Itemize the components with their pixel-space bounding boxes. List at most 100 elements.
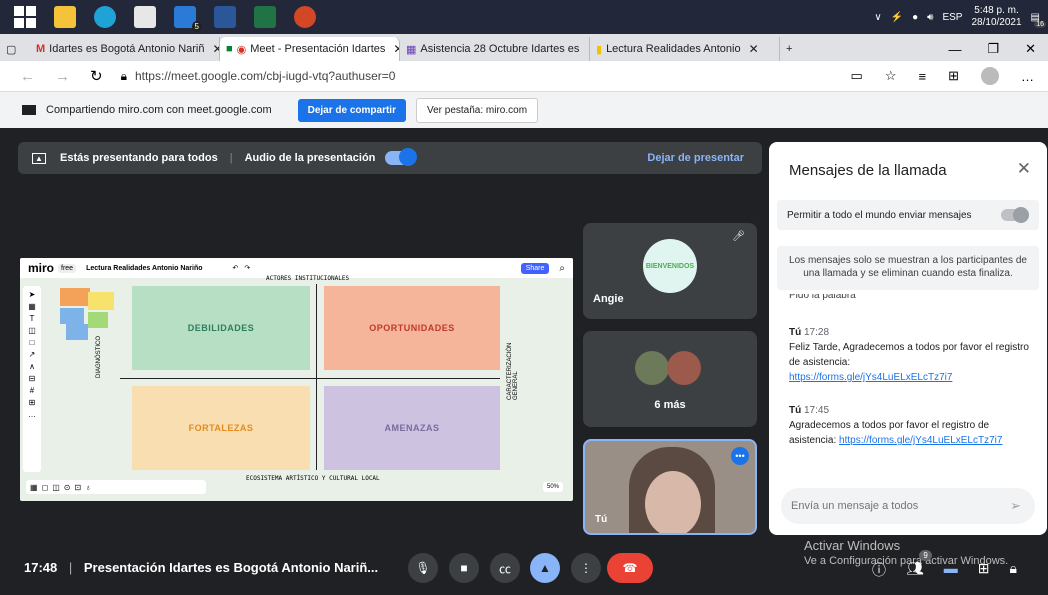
clock[interactable]: 5:48 p. m. 28/10/2021 — [971, 5, 1021, 29]
camera-button[interactable]: ■ — [449, 553, 479, 583]
miro-logo: miro — [28, 261, 55, 275]
notification-count: 16 — [1034, 20, 1046, 28]
mail-icon[interactable]: 5 — [174, 6, 202, 32]
tab-idartes[interactable]: MIdartes es Bogotá Antonio Nariñ ✕ — [30, 37, 220, 61]
chat-icon[interactable]: ◫ — [52, 483, 60, 492]
close-icon[interactable]: ✕ — [393, 42, 399, 56]
upload-tool-icon[interactable]: ⊞ — [29, 398, 36, 407]
participant-tile-angie[interactable]: 🎤︎ BIENVENIDOS Angie — [583, 223, 757, 319]
message-link[interactable]: https://forms.gle/jYs4LuELxELcTz7i7 — [839, 435, 1002, 446]
language-indicator[interactable]: ESP — [942, 12, 962, 23]
close-icon[interactable]: ✕ — [1017, 159, 1031, 179]
tab-meet[interactable]: ■◉Meet - Presentación Idartes ✕ — [220, 37, 400, 61]
mic-tray-icon[interactable]: ● — [912, 12, 918, 23]
more-options-button[interactable]: ⋮ — [571, 553, 601, 583]
shape-tool-icon[interactable]: □ — [30, 338, 35, 347]
screen-share-icon[interactable]: ▭ — [851, 68, 863, 84]
host-controls-icon[interactable]: 🔒︎ — [1010, 560, 1017, 580]
allow-messages-toggle[interactable] — [1001, 207, 1029, 223]
url-field[interactable]: https://meet.google.com/cbj-iugd-vtq?aut… — [135, 69, 395, 83]
participant-name: Angie — [593, 293, 624, 305]
powerpoint-icon[interactable] — [294, 6, 316, 28]
more-tools-icon[interactable]: … — [28, 410, 36, 419]
text-tool-icon[interactable]: T — [30, 314, 35, 323]
back-icon[interactable]: ← — [20, 68, 35, 85]
favorites-bar-icon[interactable]: ≡ — [919, 69, 927, 84]
people-icon[interactable]: 👥︎ 9 — [906, 550, 932, 580]
tab-actions-icon[interactable]: ▢ — [0, 37, 30, 61]
location-icon[interactable]: ♁ — [85, 483, 91, 492]
meeting-title[interactable]: Presentación Idartes es Bogotá Antonio N… — [84, 560, 378, 575]
view-tab-button[interactable]: Ver pestaña: miro.com — [415, 97, 539, 123]
captions-button[interactable]: ㏄ — [490, 553, 520, 583]
close-icon[interactable]: ✕ — [749, 42, 759, 56]
sticky-tool-icon[interactable]: ◫ — [28, 326, 36, 335]
tab-lectura[interactable]: ▮ Lectura Realidades Antonio ✕ — [590, 37, 780, 61]
present-button[interactable]: ▲ — [530, 553, 560, 583]
close-window-icon[interactable]: ✕ — [1025, 41, 1036, 57]
file-explorer-icon[interactable] — [54, 6, 76, 28]
select-tool-icon[interactable]: ➤ — [29, 290, 36, 299]
undo-icon[interactable]: ↶ — [233, 264, 239, 272]
address-bar: ← → ↻ 🔒︎ https://meet.google.com/cbj-iug… — [0, 61, 1048, 92]
share-button[interactable]: Share — [520, 262, 550, 274]
presentation-audio-toggle[interactable] — [385, 148, 418, 166]
muted-icon: 🎤︎ — [732, 231, 745, 242]
message-link[interactable]: https://forms.gle/jYs4LuELxELcTz7i7 — [789, 370, 1037, 385]
timer-icon[interactable]: ⊙ — [64, 483, 71, 492]
tab-asistencia[interactable]: ▦Asistencia 28 Octubre Idartes es✕ — [400, 37, 590, 61]
info-icon[interactable]: ⓘ — [872, 560, 886, 580]
line-tool-icon[interactable]: ↗ — [29, 350, 36, 359]
mic-button[interactable]: 🎙︎ — [408, 553, 438, 583]
favorite-icon[interactable]: ☆ — [885, 68, 897, 84]
forward-icon[interactable]: → — [55, 68, 70, 85]
new-tab-icon[interactable]: + — [780, 37, 810, 61]
quadrant-amenazas: AMENAZAS — [324, 386, 500, 470]
chevron-up-icon[interactable]: ∨ — [874, 12, 881, 23]
quadrant-label: OPORTUNIDADES — [369, 323, 455, 333]
meeting-details: 17:48 | Presentación Idartes es Bogotá A… — [24, 560, 379, 575]
reload-icon[interactable]: ↻ — [90, 67, 103, 85]
more-icon[interactable]: … — [1021, 69, 1034, 84]
chat-icon[interactable]: ▬ — [944, 560, 958, 580]
frame-tool-icon[interactable]: ▦ — [28, 302, 36, 311]
pen-tool-icon[interactable]: ∧ — [29, 362, 35, 371]
quadrant-oportunidades: OPORTUNIDADES — [324, 286, 500, 370]
more-options-icon[interactable]: ••• — [731, 447, 749, 465]
miro-left-toolbar: ➤ ▦ T ◫ □ ↗ ∧ ⊟ # ⊞ … — [23, 286, 41, 472]
notifications-icon[interactable]: ▤ 16 — [1031, 12, 1046, 28]
volume-icon[interactable]: 🔊︎ — [927, 12, 933, 23]
send-icon[interactable]: ➢ — [1010, 498, 1021, 514]
avatar: BIENVENIDOS — [643, 239, 697, 293]
collections-icon[interactable]: ⊞ — [948, 68, 959, 84]
close-icon[interactable]: ✕ — [213, 42, 220, 56]
network-icon[interactable]: ⚡ — [891, 12, 903, 23]
frames-icon[interactable]: ▦ — [30, 483, 38, 492]
grid-tool-icon[interactable]: # — [30, 386, 34, 395]
participant-tile-more[interactable]: 6 más — [583, 331, 757, 427]
avatar[interactable] — [981, 67, 999, 85]
lock-icon: 🔒︎ — [120, 68, 127, 83]
comment-tool-icon[interactable]: ⊟ — [29, 374, 36, 383]
minimize-icon[interactable]: — — [948, 42, 961, 57]
zoom-level[interactable]: 50% — [542, 482, 563, 492]
restore-icon[interactable]: ❐ — [987, 41, 999, 57]
miro-board[interactable]: miro free Lectura Realidades Antonio Nar… — [20, 258, 573, 501]
card-icon[interactable]: ◻ — [42, 483, 49, 492]
board-name[interactable]: Lectura Realidades Antonio Nariño — [86, 265, 202, 272]
edge-icon[interactable] — [94, 6, 116, 28]
stop-sharing-button[interactable]: Dejar de compartir — [297, 98, 406, 122]
message-input[interactable] — [791, 500, 991, 512]
word-icon[interactable] — [214, 6, 236, 28]
redo-icon[interactable]: ↷ — [244, 264, 250, 272]
stop-presenting-button[interactable]: Dejar de presentar — [647, 152, 744, 164]
self-view-tile[interactable]: ••• Tú — [583, 439, 757, 535]
voting-icon[interactable]: ⊡ — [74, 483, 81, 492]
windows-start-icon[interactable] — [14, 6, 36, 28]
store-icon[interactable] — [134, 6, 156, 28]
search-icon[interactable]: ⌕ — [559, 263, 565, 274]
excel-icon[interactable] — [254, 6, 276, 28]
end-call-button[interactable]: ☎ — [607, 553, 653, 583]
recording-icon: ◉ — [236, 43, 247, 56]
activities-icon[interactable]: ⊞ — [978, 560, 990, 580]
